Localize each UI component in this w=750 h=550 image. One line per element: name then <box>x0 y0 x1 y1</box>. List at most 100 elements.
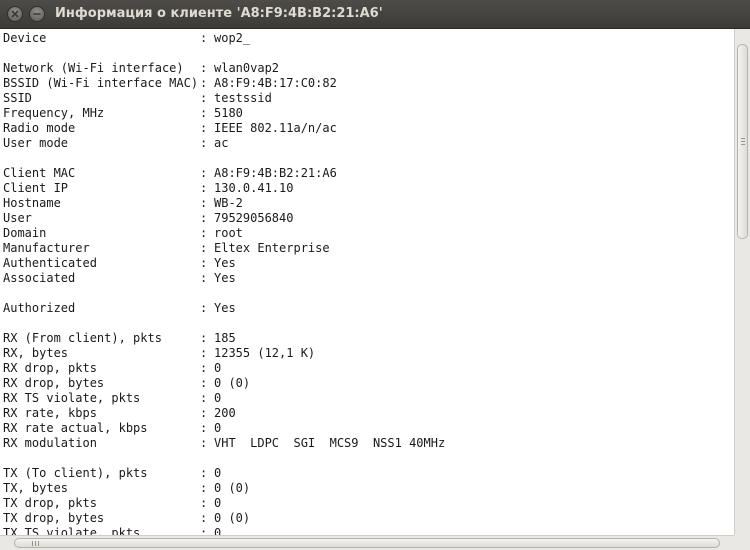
info-line <box>3 316 445 331</box>
info-separator: : <box>200 226 208 240</box>
info-value: ac <box>214 136 229 150</box>
minimize-button[interactable] <box>29 6 45 22</box>
window-title: Информация о клиенте 'A8:F9:4B:B2:21:A6' <box>55 6 383 21</box>
info-line: RX (From client), pkts:185 <box>3 331 445 346</box>
info-value: A8:F9:4B:17:C0:82 <box>214 76 337 90</box>
info-key: RX (From client), pkts <box>3 331 162 345</box>
info-separator: : <box>200 106 208 120</box>
close-icon <box>11 10 19 18</box>
info-line: User mode: ac <box>3 136 445 151</box>
info-separator: : <box>200 481 208 495</box>
info-separator: : <box>200 211 208 225</box>
info-key: TX, bytes <box>3 481 69 495</box>
info-key: RX drop, bytes <box>3 376 105 390</box>
info-value: A8:F9:4B:B2:21:A6 <box>214 166 337 180</box>
info-key: RX, bytes <box>3 346 69 360</box>
info-separator: : <box>200 391 208 405</box>
title-bar[interactable]: Информация о клиенте 'A8:F9:4B:B2:21:A6' <box>0 0 750 29</box>
info-key: Associated <box>3 271 76 285</box>
info-line: TX (To client), pkts:0 <box>3 466 445 481</box>
info-line: BSSID (Wi-Fi interface MAC): A8:F9:4B:17:… <box>3 76 445 91</box>
info-value: Eltex Enterprise <box>214 241 330 255</box>
info-key: Device <box>3 31 47 45</box>
info-line: Hostname: WB-2 <box>3 196 445 211</box>
horizontal-scroll-thumb[interactable] <box>14 538 720 548</box>
info-separator: : <box>200 301 208 315</box>
info-line: Frequency, MHz:5180 <box>3 106 445 121</box>
info-line: RX rate, kbps:200 <box>3 406 445 421</box>
info-value: WB-2 <box>214 196 243 210</box>
info-line: TX TS violate, pkts:0 <box>3 526 445 535</box>
info-value: VHT LDPC SGI MCS9 NSS1 40MHz <box>214 436 446 450</box>
info-separator: : <box>200 376 208 390</box>
info-line: Associated: Yes <box>3 271 445 286</box>
info-key: RX rate, kbps <box>3 406 97 420</box>
info-separator: : <box>200 121 208 135</box>
info-key: BSSID (Wi-Fi interface MAC) <box>3 76 199 90</box>
info-line: Manufacturer: Eltex Enterprise <box>3 241 445 256</box>
info-separator: : <box>200 241 208 255</box>
info-key: Authenticated <box>3 256 97 270</box>
info-key: RX rate actual, kbps <box>3 421 148 435</box>
info-key: RX modulation <box>3 436 97 450</box>
info-key: User mode <box>3 136 69 150</box>
info-line: Network (Wi-Fi interface): wlan0vap2 <box>3 61 445 76</box>
info-line: Authenticated: Yes <box>3 256 445 271</box>
info-separator: : <box>200 421 208 435</box>
horizontal-scrollbar[interactable] <box>0 535 734 550</box>
info-key: Hostname <box>3 196 61 210</box>
info-value: 5180 <box>214 106 243 120</box>
info-separator: : <box>200 526 208 535</box>
info-line: SSID: testssid <box>3 91 445 106</box>
info-line: TX drop, bytes:0 (0) <box>3 511 445 526</box>
info-value: 0 <box>214 526 222 535</box>
info-separator: : <box>200 196 208 210</box>
info-key: RX TS violate, pkts <box>3 391 141 405</box>
vertical-scroll-thumb[interactable] <box>737 44 748 239</box>
info-text-area[interactable]: Device: wop2_ Network (Wi-Fi interface): wl… <box>0 29 734 535</box>
close-button[interactable] <box>7 6 23 22</box>
info-separator: : <box>200 256 208 270</box>
info-line: RX, bytes:12355 (12,1 K) <box>3 346 445 361</box>
info-value: 130.0.41.10 <box>214 181 294 195</box>
info-line: RX rate actual, kbps:0 <box>3 421 445 436</box>
info-separator: : <box>200 31 208 45</box>
info-key: Network (Wi-Fi interface) <box>3 61 184 75</box>
info-line: Device: wop2_ <box>3 31 445 46</box>
vertical-scrollbar[interactable] <box>734 29 750 535</box>
info-value: IEEE 802.11a/n/ac <box>214 121 337 135</box>
info-key: TX (To client), pkts <box>3 466 148 480</box>
info-separator: : <box>200 436 208 450</box>
info-value: wlan0vap2 <box>214 61 280 75</box>
info-separator: : <box>200 61 208 75</box>
info-value: 0 <box>214 421 222 435</box>
info-key: Client MAC <box>3 166 76 180</box>
info-value: 0 (0) <box>214 376 251 390</box>
info-value: 0 <box>214 391 222 405</box>
info-key: Domain <box>3 226 47 240</box>
info-value: testssid <box>214 91 272 105</box>
minimize-icon <box>33 13 41 15</box>
info-separator: : <box>200 91 208 105</box>
info-separator: : <box>200 406 208 420</box>
info-key: TX drop, bytes <box>3 511 105 525</box>
info-line <box>3 46 445 61</box>
info-separator: : <box>200 511 208 525</box>
info-line: Radio mode: IEEE 802.11a/n/ac <box>3 121 445 136</box>
info-line: Domain: root <box>3 226 445 241</box>
info-value: wop2_ <box>214 31 251 45</box>
info-key: Frequency, MHz <box>3 106 105 120</box>
info-line: TX drop, pkts:0 <box>3 496 445 511</box>
info-line: TX, bytes:0 (0) <box>3 481 445 496</box>
info-separator: : <box>200 271 208 285</box>
info-value: Yes <box>214 256 236 270</box>
client-info-window: Информация о клиенте 'A8:F9:4B:B2:21:A6'… <box>0 0 750 550</box>
info-separator: : <box>200 166 208 180</box>
info-line: RX drop, pkts:0 <box>3 361 445 376</box>
info-separator: : <box>200 496 208 510</box>
info-key: RX drop, pkts <box>3 361 97 375</box>
info-value: 200 <box>214 406 236 420</box>
scroll-corner <box>734 535 750 550</box>
info-separator: : <box>200 76 208 90</box>
info-key: Client IP <box>3 181 69 195</box>
